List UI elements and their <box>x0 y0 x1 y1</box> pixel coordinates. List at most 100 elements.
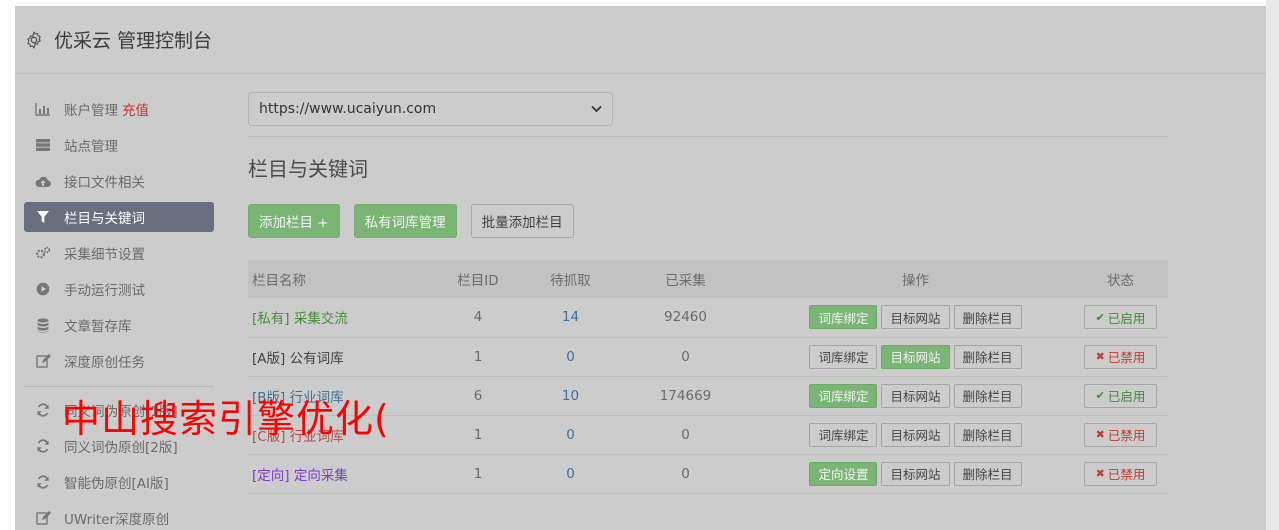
refresh-icon <box>35 438 51 454</box>
table-row: [私有] 采集交流 4 14 92460 词库绑定 目标网站 删除栏目 ✔ 已启用 <box>248 298 1168 337</box>
column-tag: [私有] <box>252 311 290 328</box>
collected-count: 92460 <box>664 309 707 326</box>
col-header-collected: 已采集 <box>665 273 706 289</box>
pending-count[interactable]: 0 <box>566 466 575 482</box>
delete-column-button[interactable]: 删除栏目 <box>953 383 1022 408</box>
sidebar-item-label: 手动运行测试 <box>64 283 145 299</box>
sidebar-item-interface[interactable]: 接口文件相关 <box>24 166 214 196</box>
private-lib-button[interactable]: 私有词库管理 <box>353 204 457 238</box>
status-toggle[interactable]: ✔ 已启用 <box>1084 305 1157 330</box>
lib-bind-button[interactable]: 词库绑定 <box>809 305 878 330</box>
status-toggle[interactable]: ✖ 已禁用 <box>1084 344 1157 369</box>
col-header-pending: 待抓取 <box>550 273 591 289</box>
status-label: 已启用 <box>1107 310 1146 326</box>
watermark-overlay-text: 中山搜索引擎优化( <box>62 397 390 441</box>
column-tag: [定向] <box>252 467 290 484</box>
sidebar-item-manual-run[interactable]: 手动运行测试 <box>24 274 214 304</box>
column-name-cell: [定向] 定向采集 <box>248 454 428 493</box>
sidebar-item-uwriter[interactable]: UWriter深度原创 <box>24 503 214 530</box>
columns-table: 栏目名称 栏目ID 待抓取 已采集 操作 状态 [私有] 采集交流 4 14 9… <box>248 260 1168 494</box>
lib-bind-button[interactable]: 词库绑定 <box>809 383 878 408</box>
collected-count: 0 <box>681 348 690 365</box>
database-icon <box>35 317 51 333</box>
column-name-link[interactable]: 公有词库 <box>290 351 344 367</box>
site-select[interactable]: https://www.ucaiyun.com <box>248 92 613 126</box>
table-header: 栏目名称 栏目ID 待抓取 已采集 操作 状态 <box>248 260 1168 298</box>
sidebar-item-label: 接口文件相关 <box>64 175 145 191</box>
play-circle-icon <box>35 281 51 297</box>
sidebar-item-collect-settings[interactable]: 采集细节设置 <box>24 238 214 268</box>
column-id: 4 <box>473 309 483 326</box>
cloud-upload-icon <box>35 173 51 189</box>
lib-bind-button[interactable]: 词库绑定 <box>809 422 878 447</box>
close-icon: ✖ <box>1095 467 1105 480</box>
recharge-link[interactable]: 充值 <box>122 99 149 119</box>
column-name-link[interactable]: 定向采集 <box>294 468 348 484</box>
sidebar-item-label: 智能伪原创[AI版] <box>64 476 169 492</box>
target-site-button[interactable]: 目标网站 <box>881 461 950 486</box>
target-site-button[interactable]: 目标网站 <box>881 305 950 330</box>
pending-count[interactable]: 0 <box>566 349 575 365</box>
site-select-value: https://www.ucaiyun.com <box>259 101 437 117</box>
pending-count[interactable]: 0 <box>566 427 575 443</box>
column-id: 1 <box>473 426 483 443</box>
direct-settings-button[interactable]: 定向设置 <box>809 461 878 486</box>
col-header-name: 栏目名称 <box>252 273 306 289</box>
target-site-button[interactable]: 目标网站 <box>881 344 950 369</box>
status-label: 已禁用 <box>1107 428 1146 443</box>
top-bar: 优采云 管理控制台 <box>15 6 1266 74</box>
lib-bind-button[interactable]: 词库绑定 <box>809 344 878 369</box>
sidebar-item-sites[interactable]: 站点管理 <box>24 130 214 160</box>
add-column-button[interactable]: 添加栏目 + <box>248 204 340 238</box>
divider <box>248 136 1168 137</box>
table-row: [A版] 公有词库 1 0 0 词库绑定 目标网站 删除栏目 ✖ 已禁用 <box>248 337 1168 376</box>
status-label: 已禁用 <box>1107 467 1146 482</box>
sidebar-item-label: 深度原创任务 <box>64 355 145 371</box>
status-toggle[interactable]: ✔ 已启用 <box>1084 383 1157 408</box>
table-row: [定向] 定向采集 1 0 0 定向设置 目标网站 删除栏目 ✖ 已禁用 <box>248 454 1168 493</box>
collected-count: 0 <box>681 426 690 443</box>
sidebar-item-deep-original[interactable]: 深度原创任务 <box>24 346 214 376</box>
sidebar-item-account[interactable]: 账户管理 充值 <box>24 94 214 124</box>
chevron-down-icon <box>591 105 602 113</box>
sidebar-item-label: 采集细节设置 <box>64 247 145 263</box>
col-header-status: 状态 <box>1107 273 1134 289</box>
pending-count[interactable]: 10 <box>562 388 579 404</box>
sidebar-item-columns[interactable]: 栏目与关键词 <box>24 202 214 232</box>
console-title: 优采云 管理控制台 <box>54 30 213 52</box>
sidebar-divider <box>24 386 214 387</box>
check-icon: ✔ <box>1095 389 1105 402</box>
edit-icon <box>35 510 51 526</box>
collected-count: 0 <box>681 465 690 482</box>
cogs-icon <box>35 245 51 261</box>
column-id: 1 <box>473 465 483 482</box>
delete-column-button[interactable]: 删除栏目 <box>953 305 1022 330</box>
sidebar-item-article-store[interactable]: 文章暂存库 <box>24 310 214 340</box>
batch-add-button[interactable]: 批量添加栏目 <box>470 204 574 238</box>
pending-count[interactable]: 14 <box>562 309 579 325</box>
toolbar: 添加栏目 + 私有词库管理 批量添加栏目 <box>248 204 1168 238</box>
page-frame: 优采云 管理控制台 账户管理 充值 站点管理 接口文件相关 栏目与关键词 采集细… <box>0 0 1279 530</box>
target-site-button[interactable]: 目标网站 <box>881 422 950 447</box>
scrollbar[interactable] <box>1266 0 1279 530</box>
delete-column-button[interactable]: 删除栏目 <box>953 422 1022 447</box>
check-icon: ✔ <box>1095 310 1105 324</box>
column-name-cell: [私有] 采集交流 <box>248 298 428 337</box>
sidebar-item-label: 账户管理 <box>64 103 118 119</box>
target-site-button[interactable]: 目标网站 <box>881 383 950 408</box>
column-tag: [A版] <box>252 350 286 367</box>
close-icon: ✖ <box>1095 350 1105 363</box>
sidebar: 账户管理 充值 站点管理 接口文件相关 栏目与关键词 采集细节设置 手动运行测试… <box>24 94 214 530</box>
column-name-link[interactable]: 采集交流 <box>294 311 348 327</box>
status-toggle[interactable]: ✖ 已禁用 <box>1084 461 1157 486</box>
delete-column-button[interactable]: 删除栏目 <box>953 461 1022 486</box>
filter-icon <box>35 209 51 225</box>
sidebar-item-label: 栏目与关键词 <box>64 211 145 227</box>
col-header-ops: 操作 <box>902 273 929 289</box>
sidebar-item-label: 文章暂存库 <box>64 319 132 335</box>
refresh-icon <box>35 402 51 418</box>
status-toggle[interactable]: ✖ 已禁用 <box>1084 422 1157 447</box>
sidebar-item-smart-ai[interactable]: 智能伪原创[AI版] <box>24 467 214 497</box>
delete-column-button[interactable]: 删除栏目 <box>953 344 1022 369</box>
status-label: 已启用 <box>1107 389 1146 404</box>
